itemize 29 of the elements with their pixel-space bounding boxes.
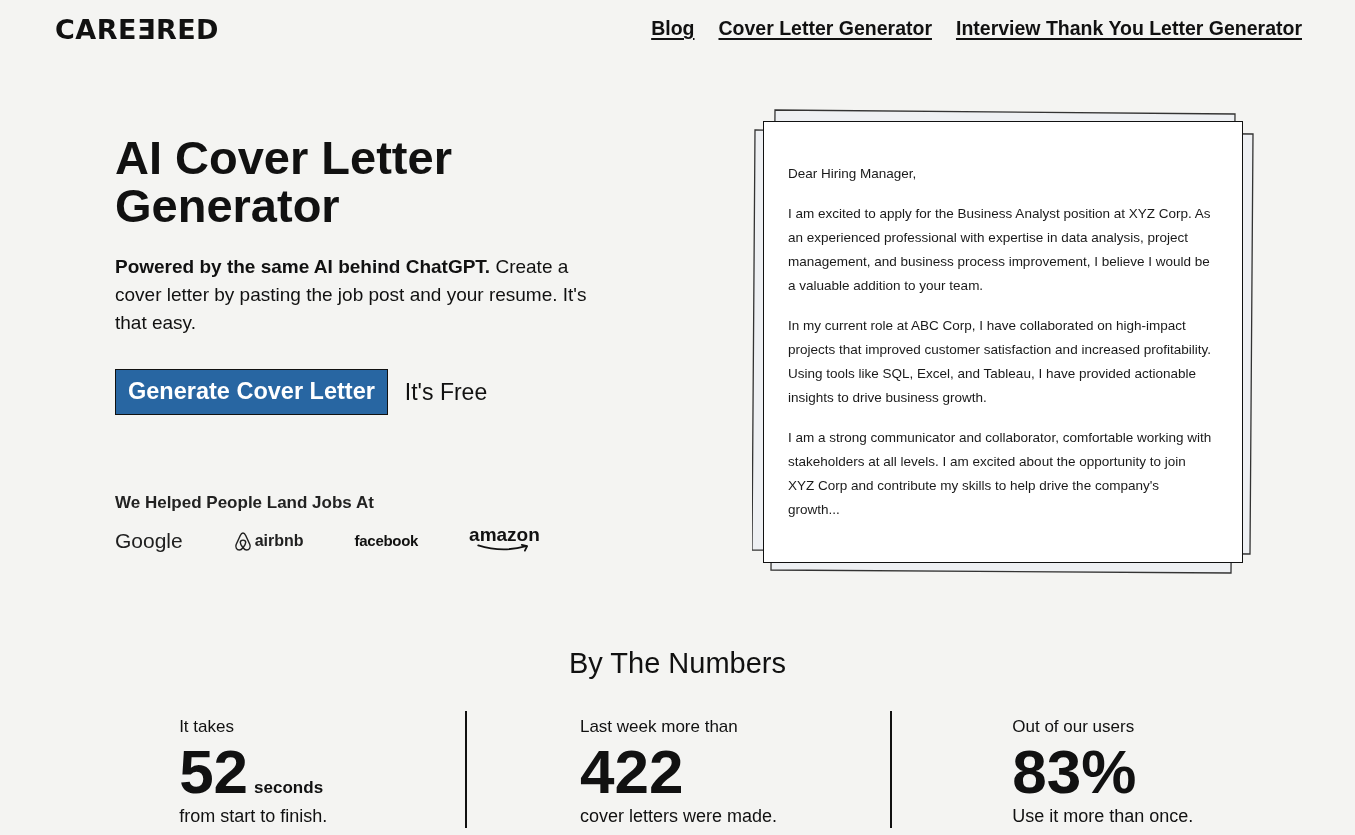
nav-link[interactable]: Cover Letter Generator [718, 14, 932, 44]
stat-value: 52 [179, 738, 249, 806]
loop-symbol-icon [233, 530, 252, 552]
hero-description: Powered by the same AI behind ChatGPT. Create a cover letter by pasting the job post and your resume. It's that easy. [115, 255, 588, 335]
stat-unit: seconds [254, 777, 324, 799]
stat-lead: Last week more than [579, 716, 739, 738]
letter-paragraph: I am excited to apply for the Business Analyst position at XYZ Corp. As an experienced professional with expertise in data analysis, project management, and business process improvement, I believe I would be a valuable addition to your team. [788, 205, 1212, 295]
nav-link[interactable]: Interview Thank You Letter Generator [955, 14, 1302, 44]
hero-title: AI Cover Letter Generator [115, 134, 453, 230]
letter-greeting: Dear Hiring Manager, [788, 165, 918, 183]
nav-link[interactable]: Blog [651, 14, 695, 44]
stat-lead: Out of our users [1012, 716, 1136, 738]
stat-caption: from start to finish. [179, 805, 328, 828]
free-note: It's Free [404, 377, 488, 407]
letter-paragraph: I am a strong communicator and collaborator, comfortable working with stakeholders at all levels. I am excited about the opportunity to join XYZ Corp and contribute my skills to help drive the company's growth... [788, 429, 1212, 519]
stat-value: 422 [579, 738, 684, 806]
trusted-heading: We Helped People Land Jobs At [115, 492, 375, 514]
stat-caption: Use it more than once. [1012, 805, 1194, 828]
company-wordmark: airbnb [254, 531, 304, 551]
generate-cover-letter-button[interactable]: Generate Cover Letter [115, 369, 388, 415]
stat-caption: cover letters were made. [579, 805, 778, 828]
letter-paragraph: In my current role at ABC Corp, I have collaborated on high-impact projects that improved customer satisfaction and increased profitability. Using tools like SQL, Excel, and Tableau, I have provided actionable insights to drive business growth. [788, 317, 1212, 407]
section-title: By The Numbers [568, 646, 786, 681]
stat-lead: It takes [179, 716, 235, 738]
stat-value: 83% [1012, 738, 1137, 806]
company-wordmark: amazon [469, 526, 540, 544]
company-wordmark: Google [115, 529, 183, 553]
company-wordmark: facebook [354, 531, 419, 551]
brand-logo[interactable]: CAREƎRED [55, 15, 220, 45]
